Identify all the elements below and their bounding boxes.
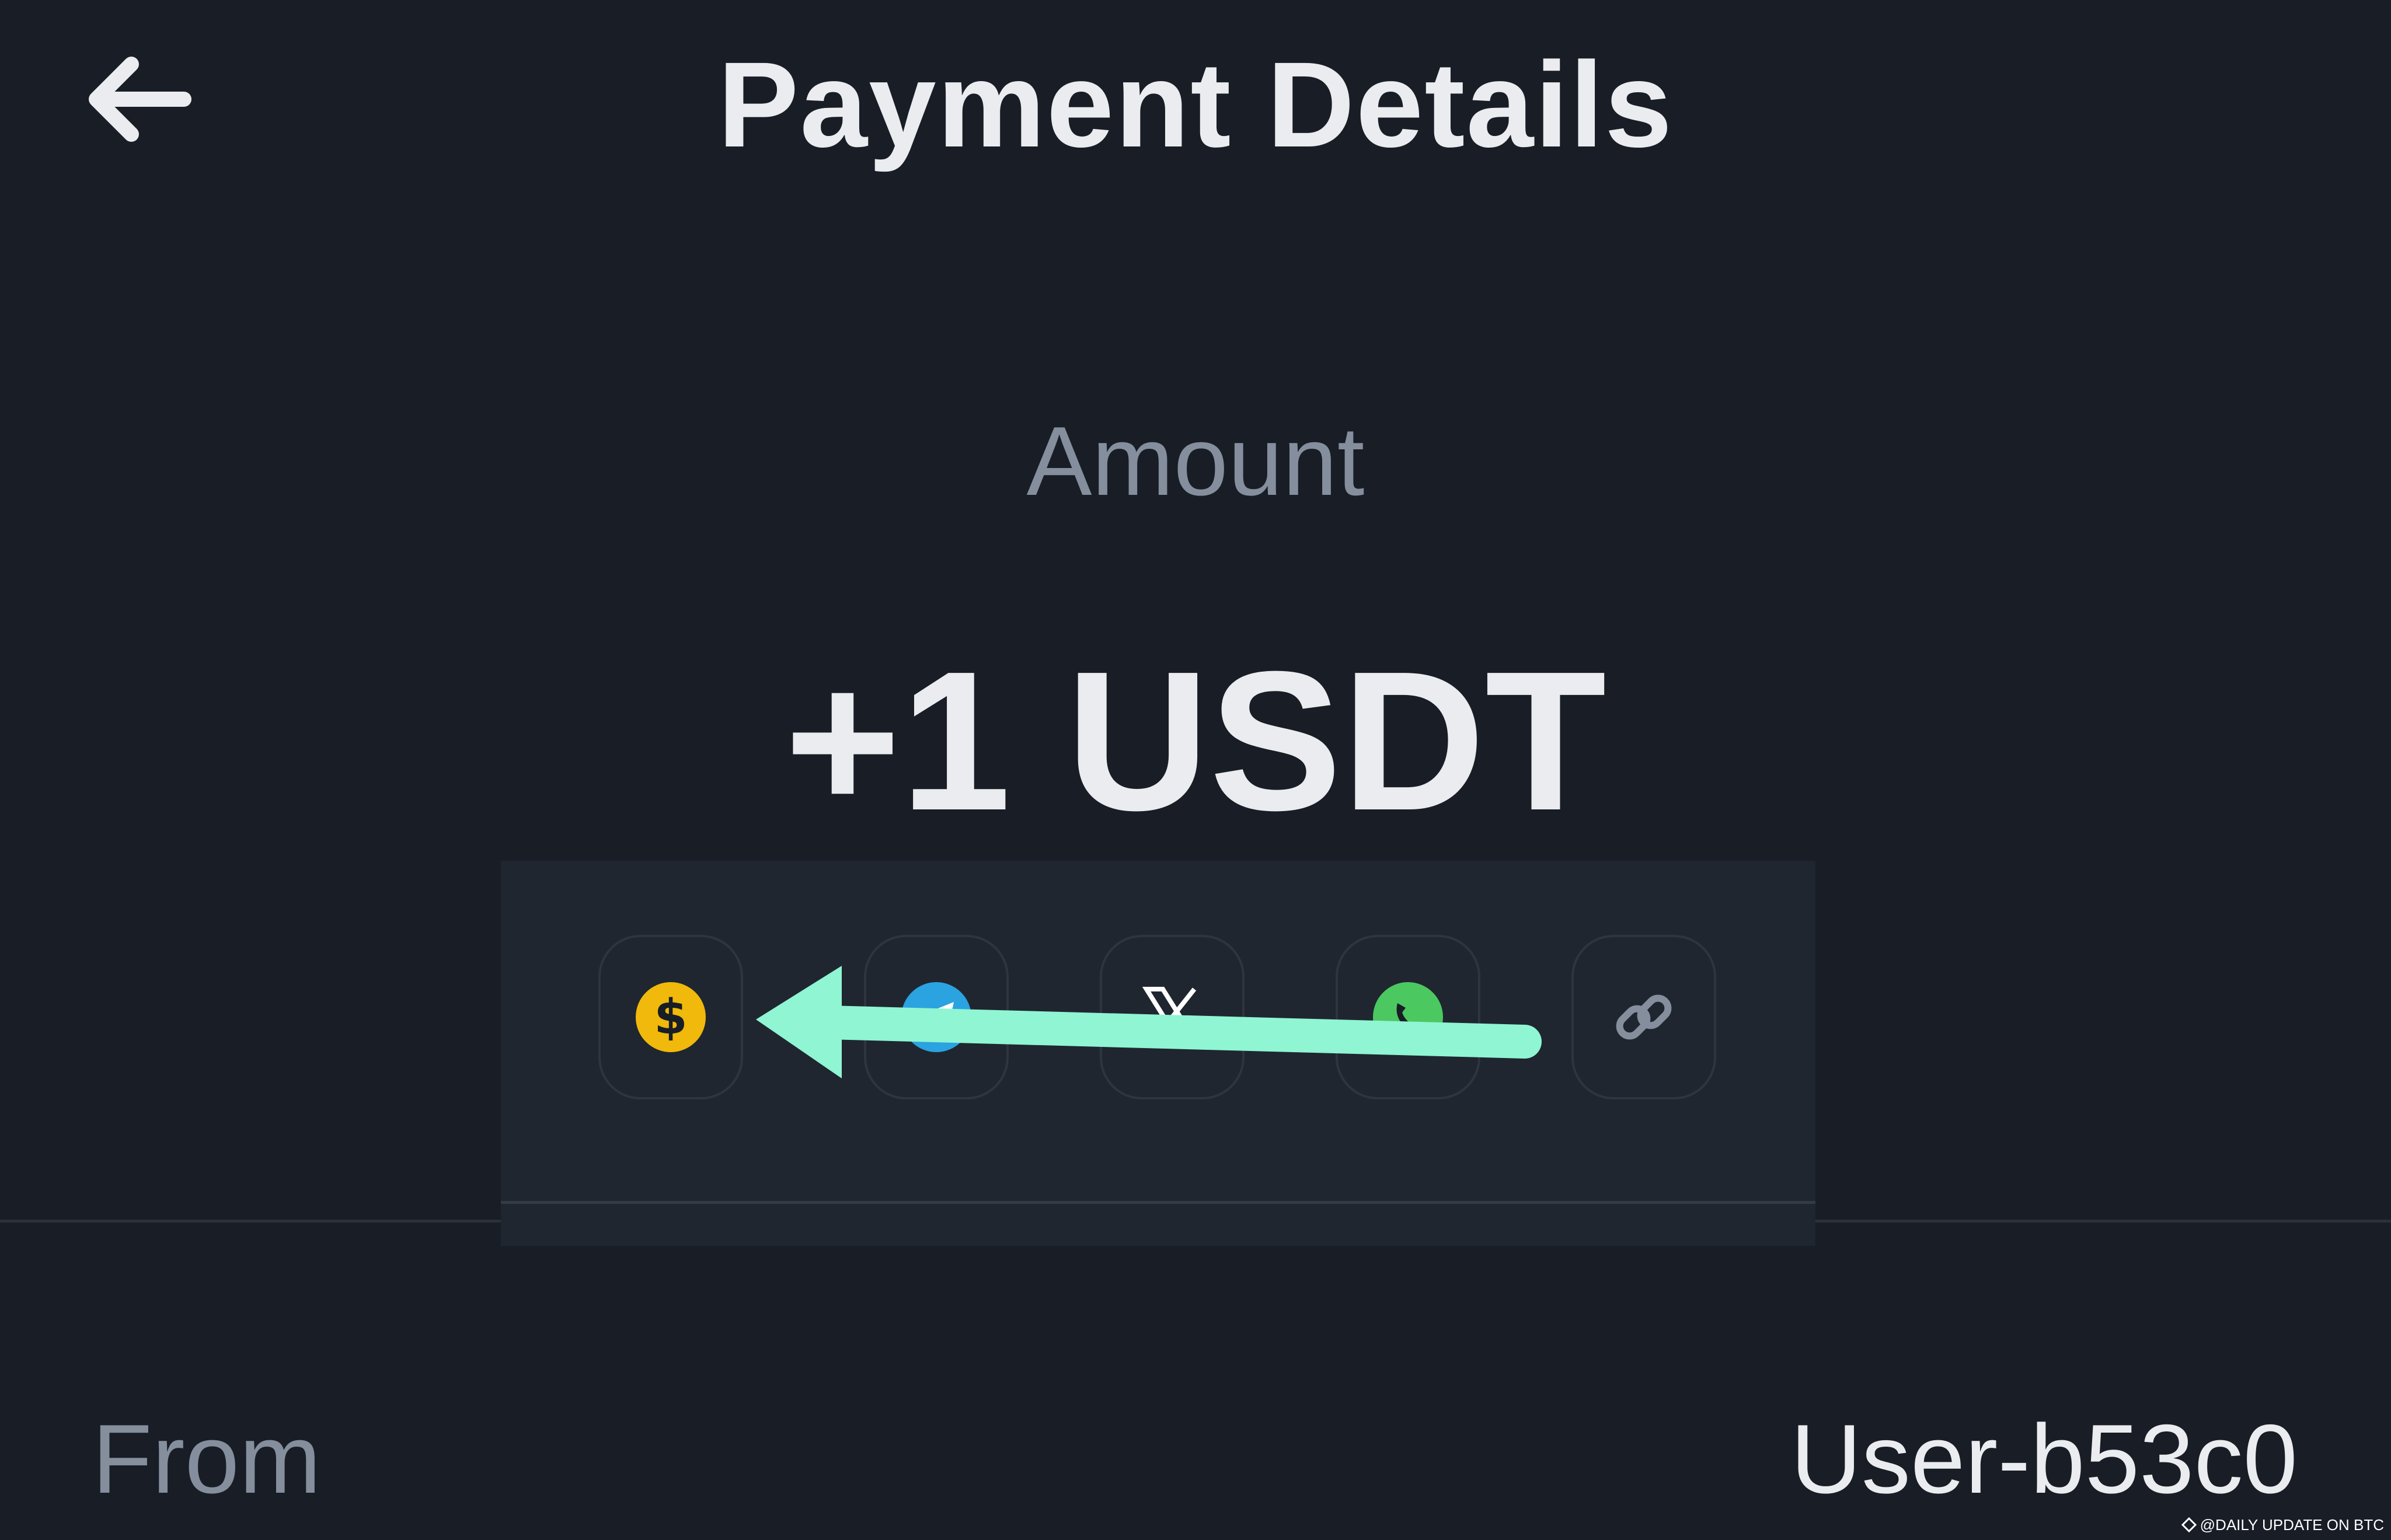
- from-value: User-b53c0: [1790, 1404, 2298, 1514]
- share-dollar-button[interactable]: $: [598, 935, 743, 1099]
- telegram-icon: [901, 982, 971, 1052]
- watermark-text: @DAILY UPDATE ON BTC: [2200, 1516, 2384, 1534]
- from-label: From: [92, 1404, 321, 1514]
- share-sheet: $: [501, 861, 1815, 1246]
- amount-value: +1 USDT: [785, 630, 1606, 852]
- sheet-divider: [501, 1201, 1815, 1204]
- page-title: Payment Details: [717, 37, 1674, 173]
- svg-text:$: $: [654, 990, 687, 1045]
- share-telegram-button[interactable]: [864, 935, 1009, 1099]
- amount-label: Amount: [1026, 406, 1365, 516]
- whatsapp-icon: [1373, 982, 1443, 1052]
- share-x-button[interactable]: [1100, 935, 1245, 1099]
- dollar-coin-icon: $: [636, 982, 706, 1052]
- share-whatsapp-button[interactable]: [1336, 935, 1480, 1099]
- link-icon: [1616, 994, 1672, 1040]
- share-link-button[interactable]: [1571, 935, 1716, 1099]
- watermark: @DAILY UPDATE ON BTC: [2181, 1515, 2384, 1534]
- diamond-logo-icon: [2181, 1517, 2197, 1532]
- x-twitter-icon: [1142, 987, 1203, 1047]
